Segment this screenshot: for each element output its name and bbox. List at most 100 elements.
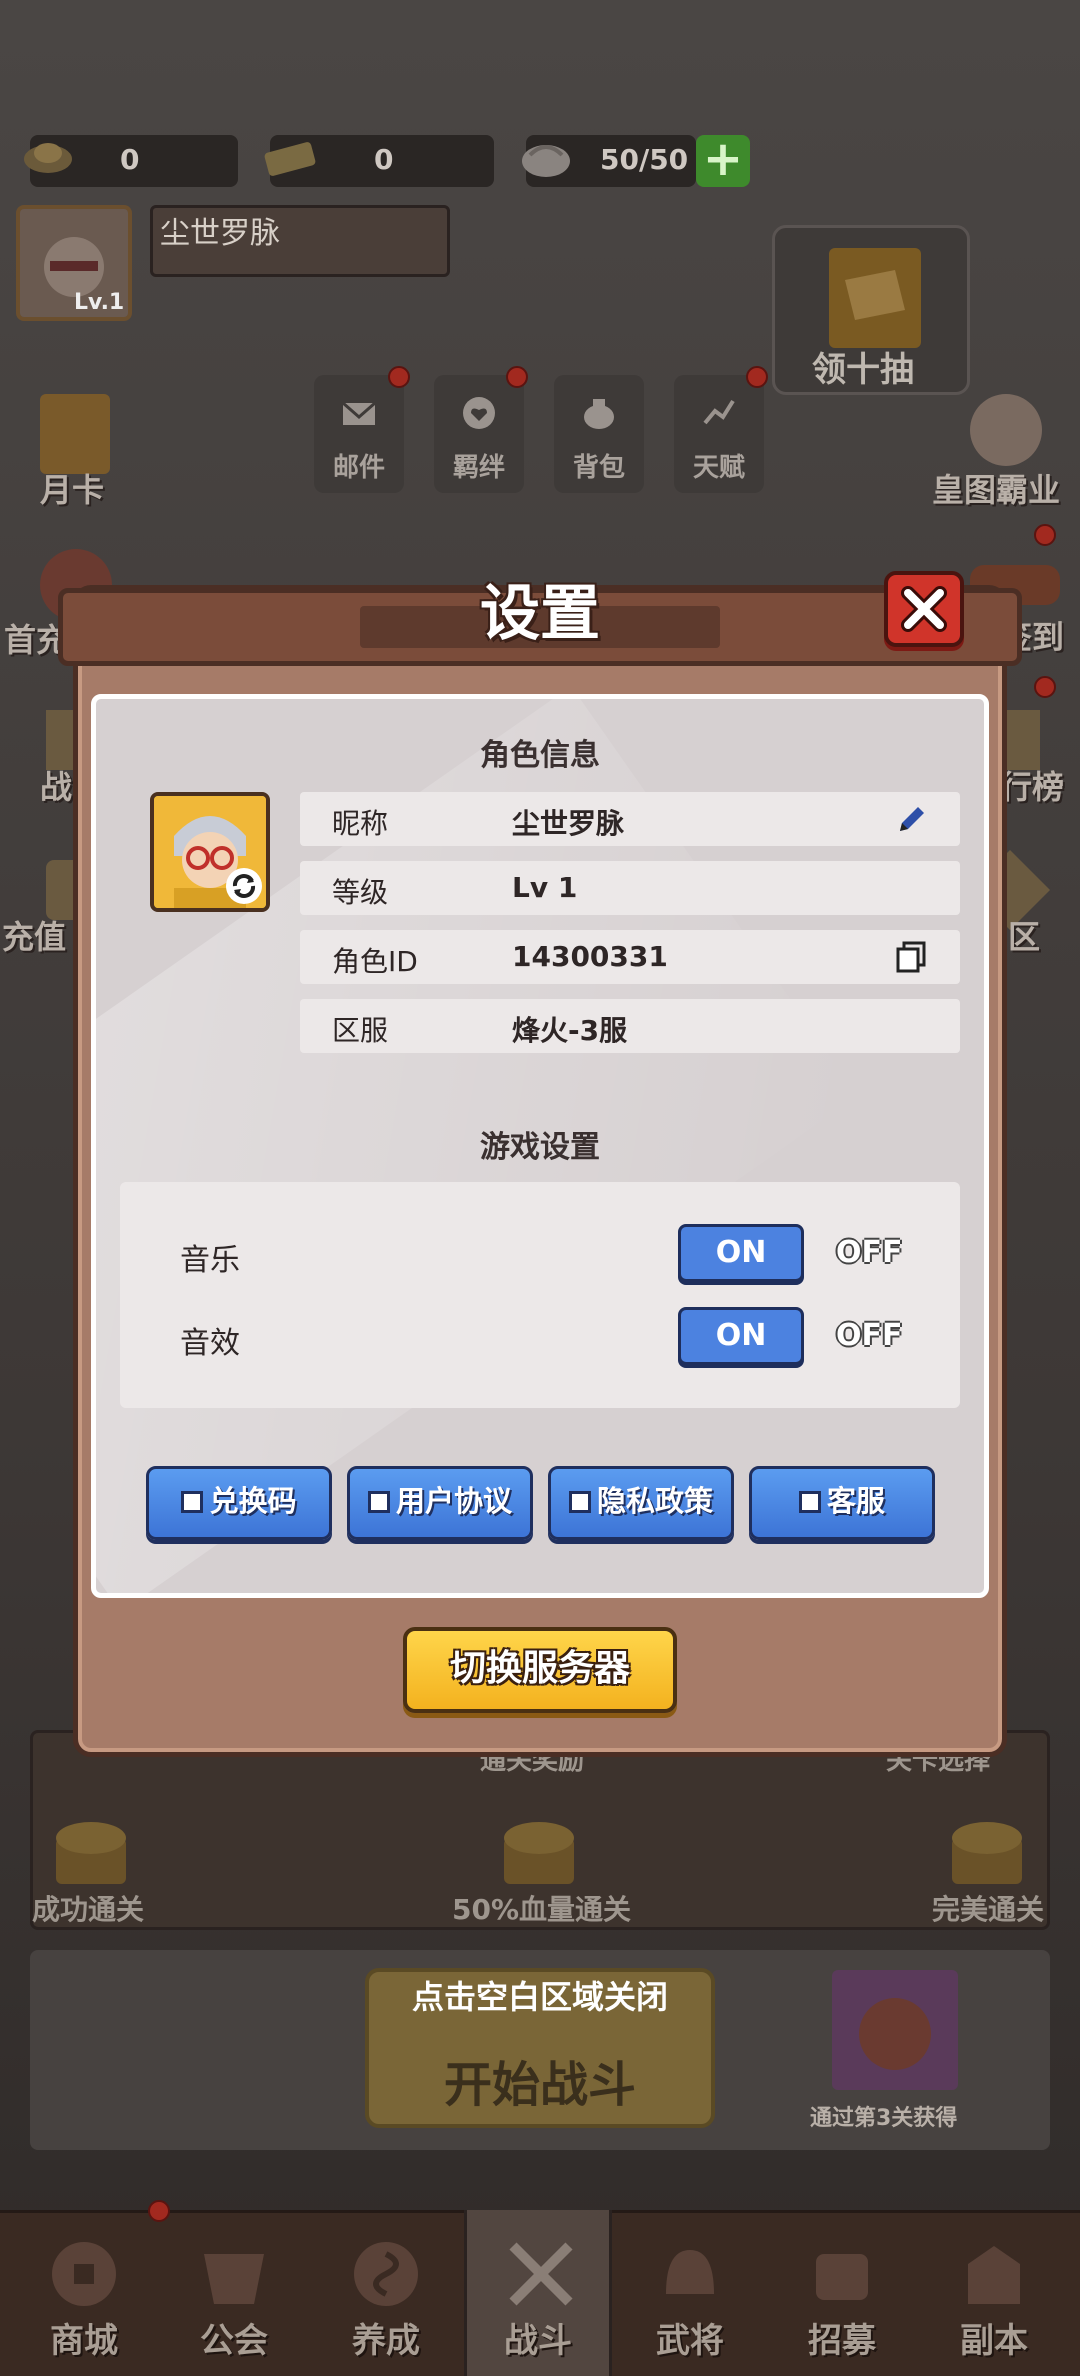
bun-stamina-icon (522, 145, 570, 177)
ticket-value: 0 (374, 143, 394, 176)
level-value: Lv 1 (512, 871, 578, 904)
dungeon-gate-icon (968, 2246, 1020, 2304)
notification-dot (388, 366, 410, 388)
heart-bubble-icon (463, 397, 495, 429)
user-agreement-button[interactable]: 用户协议 (347, 1466, 533, 1540)
player-level-tag: Lv.1 (74, 290, 125, 315)
treasure-chest-icon (504, 1822, 574, 1884)
level-key: 等级 (332, 876, 389, 909)
game-settings-title: 游戏设置 (480, 1130, 600, 1165)
music-on-button[interactable]: ON (678, 1224, 804, 1282)
info-row-nickname (300, 792, 960, 846)
menu-talent[interactable]: 天赋 (674, 375, 764, 493)
qr-code-icon (181, 1491, 204, 1513)
server-value: 烽火-3服 (512, 1014, 628, 1047)
user-agreement-label: 用户协议 (395, 1484, 512, 1518)
recruit-icon (816, 2254, 868, 2300)
mail-icon (342, 401, 376, 425)
stage-goal-2: 50%血量通关 (452, 1893, 632, 1926)
nav-recruit-label: 招募 (808, 2321, 876, 2361)
info-row-server (300, 999, 960, 1053)
nav-develop-label: 养成 (352, 2321, 420, 2361)
stamina-value: 50/50 (600, 143, 689, 176)
role-avatar[interactable] (150, 792, 270, 912)
sfx-off-button[interactable]: OFF (836, 1318, 903, 1353)
switch-server-button[interactable]: 切换服务器 (403, 1627, 677, 1713)
stage-goal-1: 成功通关 (32, 1893, 145, 1926)
music-off-button[interactable]: OFF (836, 1235, 903, 1270)
reward-hint: 通过第3关获得 (810, 2106, 958, 2131)
stage-goal-3: 完美通关 (932, 1893, 1045, 1926)
bag-icon (584, 399, 614, 429)
redeem-code-label: 兑换码 (209, 1484, 297, 1518)
music-label: 音乐 (180, 1243, 240, 1278)
reward-hero-portrait-icon (832, 1970, 958, 2090)
server-key: 区服 (332, 1014, 389, 1047)
redeem-code-button[interactable]: 兑换码 (146, 1466, 332, 1540)
menu-bag[interactable]: 背包 (554, 375, 644, 493)
start-battle-label: 开始战斗 (443, 2057, 636, 2113)
edit-pencil-icon[interactable] (894, 801, 930, 837)
coin-shop-icon (52, 2242, 116, 2306)
nav-guild[interactable]: 公会 (160, 2210, 308, 2376)
customer-service-button[interactable]: 客服 (749, 1466, 935, 1540)
refresh-icon (226, 868, 262, 904)
nav-generals-label: 武将 (656, 2321, 724, 2361)
swirl-icon (354, 2242, 418, 2306)
nickname-value: 尘世罗脉 (512, 807, 625, 840)
privacy-policy-button[interactable]: 隐私政策 (548, 1466, 734, 1540)
treasure-chest-icon (56, 1822, 126, 1884)
nav-guild-label: 公会 (200, 2321, 268, 2361)
ticket-resource-bar: 0 (264, 135, 494, 187)
nav-generals[interactable]: 武将 (616, 2210, 764, 2376)
nav-battle-label: 战斗 (504, 2321, 572, 2361)
add-stamina-button[interactable]: + (696, 135, 750, 187)
edit-doc-icon (367, 1491, 390, 1513)
gacha-label: 领十抽 (812, 350, 914, 390)
menu-mail[interactable]: 邮件 (314, 375, 404, 493)
document-icon (568, 1491, 591, 1513)
role-id-key: 角色ID (332, 945, 418, 978)
menu-mail-label: 邮件 (332, 453, 385, 483)
ticket-icon (264, 142, 316, 176)
gold-resource-bar: 0 (24, 135, 238, 187)
notification-dot (1034, 676, 1056, 698)
close-icon (901, 586, 947, 632)
player-name: 尘世罗脉 (160, 216, 280, 251)
guild-icon (204, 2254, 264, 2304)
customer-service-label: 客服 (826, 1484, 885, 1518)
sfx-on-button[interactable]: ON (678, 1307, 804, 1365)
right-menu-zone[interactable]: 区 (1008, 912, 1040, 958)
left-menu-recharge[interactable]: 充值 (2, 912, 66, 958)
notification-dot (506, 366, 528, 388)
info-row-level (300, 861, 960, 915)
menu-bond[interactable]: 羁绊 (434, 375, 524, 493)
menu-bag-label: 背包 (572, 453, 625, 483)
crossed-swords-icon (509, 2242, 573, 2306)
talent-icon (703, 399, 735, 425)
gold-ingot-icon (24, 143, 72, 173)
close-button[interactable] (884, 571, 964, 647)
notification-dot (1034, 524, 1056, 546)
privacy-policy-label: 隐私政策 (596, 1484, 713, 1518)
copy-icon[interactable] (894, 939, 930, 975)
nav-battle[interactable]: 战斗 (464, 2210, 612, 2376)
role-id-value: 14300331 (512, 940, 668, 973)
sound-settings-panel (120, 1182, 960, 1408)
nav-dungeon[interactable]: 副本 (920, 2210, 1068, 2376)
nav-shop-label: 商城 (50, 2321, 118, 2361)
sfx-label: 音效 (180, 1326, 240, 1361)
menu-talent-label: 天赋 (692, 453, 745, 483)
menu-bond-label: 羁绊 (452, 453, 505, 483)
support-icon (798, 1491, 821, 1513)
nav-develop[interactable]: 养成 (312, 2210, 460, 2376)
helmet-icon (666, 2250, 714, 2294)
nav-shop[interactable]: 商城 (10, 2210, 158, 2376)
stamina-resource-bar: 50/50 (522, 135, 696, 187)
nav-recruit[interactable]: 招募 (768, 2210, 916, 2376)
right-menu-hegemony[interactable]: 皇图霸业 (932, 465, 1060, 511)
left-menu-month-card[interactable]: 月卡 (40, 465, 104, 511)
close-hint: 点击空白区域关闭 (411, 1978, 668, 2016)
nickname-key: 昵称 (332, 807, 389, 840)
nav-dungeon-label: 副本 (960, 2321, 1028, 2361)
